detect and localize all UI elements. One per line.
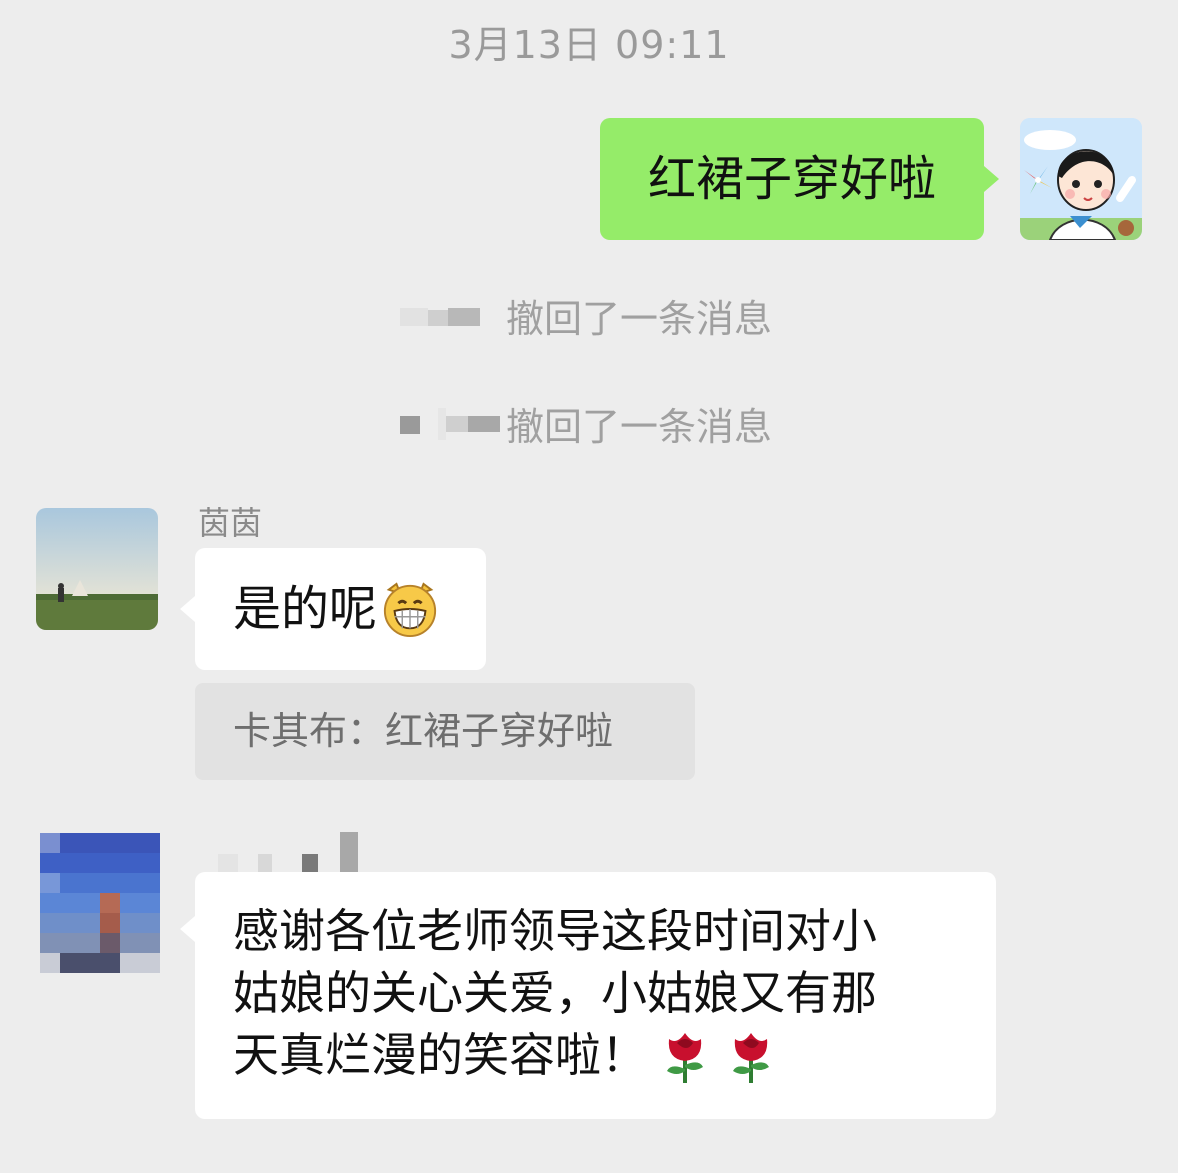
bubble-tail xyxy=(180,916,195,942)
sender-avatar[interactable] xyxy=(36,508,158,630)
grin-emoji-icon xyxy=(383,582,437,638)
incoming-message-bubble[interactable]: 感谢各位老师领导这段时间对小 姑娘的关心关爱，小姑娘又有那 天真烂漫的笑容啦！ xyxy=(195,872,996,1119)
rose-emoji-icon xyxy=(667,1033,703,1083)
pixelated-photo-icon xyxy=(40,833,160,973)
cartoon-boy-avatar-icon xyxy=(1020,118,1142,240)
incoming-message-text: 是的呢 xyxy=(233,581,378,637)
message-line: 天真烂漫的笑容啦！ xyxy=(233,1028,647,1082)
incoming-message-bubble[interactable]: 是的呢 xyxy=(195,548,486,670)
my-avatar[interactable] xyxy=(1020,118,1142,240)
message-line: 感谢各位老师领导这段时间对小 xyxy=(233,904,877,958)
sender-name: 茵茵 xyxy=(198,504,263,542)
blurred-username xyxy=(398,398,502,448)
outgoing-message-bubble[interactable]: 红裙子穿好啦 xyxy=(600,118,984,240)
blurred-username xyxy=(398,292,482,334)
blurred-sender-name xyxy=(198,832,362,876)
landscape-photo-avatar-icon xyxy=(36,508,158,630)
bubble-tail xyxy=(984,166,999,192)
bubble-tail xyxy=(180,596,195,622)
quoted-message[interactable]: 卡其布：红裙子穿好啦 xyxy=(195,683,695,780)
message-line: 姑娘的关心关爱，小姑娘又有那 xyxy=(233,966,877,1020)
pixelated-avatar[interactable] xyxy=(40,833,160,973)
outgoing-message-text: 红裙子穿好啦 xyxy=(647,151,936,207)
recall-notice-text: 撤回了一条消息 xyxy=(506,405,773,449)
message-timestamp: 3月13日 09:11 xyxy=(448,23,730,67)
rose-emoji-icon xyxy=(733,1033,769,1083)
recall-notice-text: 撤回了一条消息 xyxy=(506,297,773,341)
